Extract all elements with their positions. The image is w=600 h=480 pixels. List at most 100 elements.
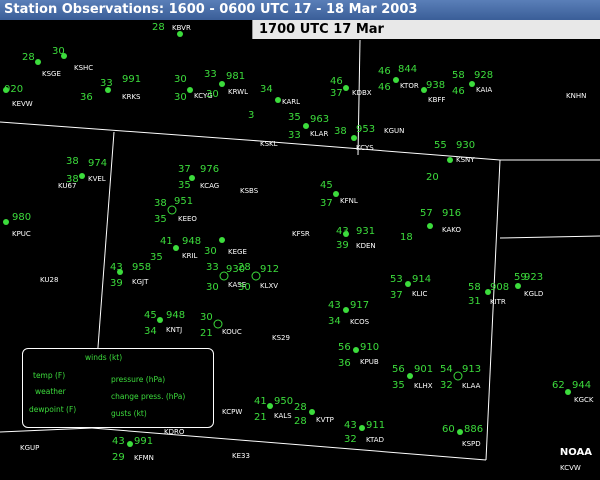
station-kcvw[interactable]: KCVW	[560, 464, 581, 472]
svg-text:45: 45	[320, 180, 333, 191]
svg-text:KGCK: KGCK	[574, 396, 594, 404]
station-kvel[interactable]: 38 97438 KVEL	[66, 156, 107, 185]
station-ks29[interactable]: KS29	[272, 334, 290, 342]
station-kspd[interactable]: 60 886 KSPD	[442, 424, 483, 448]
station-klic[interactable]: 53 914 37 KLIC	[390, 274, 431, 301]
svg-text:KS29: KS29	[272, 334, 290, 342]
svg-text:931: 931	[356, 226, 375, 237]
svg-text:35: 35	[288, 112, 301, 123]
station-ksbs[interactable]: KSBS	[240, 187, 259, 195]
svg-text:43: 43	[328, 300, 341, 311]
station-klar[interactable]: 35 963 33 KLAR	[288, 112, 329, 141]
station-kskl[interactable]: KSKL	[260, 140, 278, 148]
svg-text:KNHN: KNHN	[566, 92, 586, 100]
legend-pressure: pressure (hPa)	[111, 375, 166, 384]
svg-text:976: 976	[200, 164, 219, 175]
svg-text:928: 928	[474, 70, 493, 81]
station-kfnl[interactable]: 45 37 KFNL	[320, 180, 358, 209]
station-klxv[interactable]: 28 912 30 KLXV	[238, 262, 279, 293]
map-title: Station Observations: 1600 - 0600 UTC 17…	[0, 0, 600, 20]
legend-gusts: gusts (kt)	[111, 409, 147, 418]
svg-text:32: 32	[344, 434, 357, 445]
svg-text:913: 913	[462, 364, 481, 375]
svg-text:32: 32	[440, 380, 453, 391]
svg-text:KCVW: KCVW	[560, 464, 581, 472]
station-kcpw[interactable]: KCPW	[222, 408, 242, 416]
station-kgld[interactable]: 59923KGLD	[514, 272, 543, 298]
station-kako[interactable]: 57 916 18 KAKO	[400, 208, 461, 243]
station-kbvr[interactable]: 28 KBVR	[152, 22, 191, 37]
svg-text:37: 37	[320, 198, 333, 209]
svg-text:KARL: KARL	[282, 98, 300, 106]
svg-text:KFSR: KFSR	[292, 230, 310, 238]
svg-text:KLIC: KLIC	[412, 290, 428, 298]
station-kvtp[interactable]: 28 28 KVTP	[294, 402, 334, 427]
station-ktad[interactable]: 43 911 32 KTAD	[344, 420, 385, 445]
svg-text:KRWL: KRWL	[228, 88, 248, 96]
station-kaia[interactable]: 58 928 46 KAIA	[452, 70, 493, 97]
station-keeo[interactable]: 38 951 35 KEEO	[154, 196, 197, 225]
station-kshc[interactable]: 30 KSHC	[52, 46, 93, 72]
station-kitr[interactable]: 58 908 31 KITR	[468, 282, 509, 307]
station-kouc[interactable]: 30 21 KOUC	[200, 312, 242, 339]
svg-text:KBVR: KBVR	[172, 24, 191, 32]
svg-text:944: 944	[572, 380, 591, 391]
station-klhx[interactable]: 56 901 35 KLHX	[392, 364, 433, 391]
svg-text:912: 912	[260, 264, 279, 275]
station-kntj[interactable]: 45 948 34 KNTJ	[144, 310, 185, 337]
svg-text:33: 33	[206, 262, 219, 273]
svg-text:KCYS: KCYS	[356, 144, 374, 152]
station-kcos[interactable]: 43 917 34 KCOS	[328, 300, 370, 327]
svg-text:991: 991	[134, 436, 153, 447]
svg-text:35: 35	[178, 180, 191, 191]
svg-text:30: 30	[206, 282, 219, 293]
svg-text:948: 948	[182, 236, 201, 247]
svg-text:36: 36	[80, 92, 93, 103]
svg-text:39: 39	[336, 240, 349, 251]
station-kfmn[interactable]: 43 991 29 KFMN	[112, 436, 154, 463]
station-ku28[interactable]: KU28	[40, 276, 58, 284]
station-kgck[interactable]: 62 944 KGCK	[552, 380, 594, 404]
station-kevw[interactable]: 020 KEVW	[3, 84, 33, 108]
station-kpub[interactable]: 56 910 36 KPUB	[338, 342, 379, 369]
station-ku67[interactable]: KU67	[58, 182, 76, 190]
station-kgup[interactable]: KGUP	[20, 444, 39, 452]
svg-text:36: 36	[338, 358, 351, 369]
station-krwl[interactable]: 33 981 30 KRWL	[204, 69, 248, 100]
station-kril[interactable]: 41 948 35 KRIL	[150, 236, 201, 263]
station-kfsr[interactable]: KFSR	[292, 230, 310, 238]
station-ktor[interactable]: 46 844 46 KTOR	[378, 64, 419, 93]
svg-text:930: 930	[456, 140, 475, 151]
svg-text:KSNY: KSNY	[456, 156, 475, 164]
svg-text:KDRO: KDRO	[164, 428, 185, 436]
svg-text:34: 34	[144, 326, 157, 337]
station-klaa[interactable]: 54 913 32 KLAA	[440, 364, 481, 391]
station-kals[interactable]: 41 950 21 KALS	[254, 396, 293, 423]
station-ksny[interactable]: 55 930 20 KSNY	[426, 140, 475, 183]
svg-text:KRIL: KRIL	[182, 252, 198, 260]
station-kcag[interactable]: 37 976 35 KCAG	[178, 164, 219, 191]
svg-text:KTOR: KTOR	[400, 82, 419, 90]
station-kpuc[interactable]: 980 KPUC	[3, 212, 31, 238]
svg-text:981: 981	[226, 71, 245, 82]
station-kdbx[interactable]: 4637 KDBX	[330, 76, 372, 99]
station-kgun[interactable]: KGUN	[384, 127, 404, 135]
svg-text:46: 46	[330, 76, 343, 87]
svg-text:39: 39	[110, 278, 123, 289]
legend-dewpoint: dewpoint (F)	[29, 405, 77, 414]
svg-text:958: 958	[132, 262, 151, 273]
svg-text:KE33: KE33	[232, 452, 250, 460]
station-knhn[interactable]: KNHN	[566, 92, 586, 100]
station-kbff[interactable]: 938 KBFF	[421, 80, 445, 104]
svg-text:45: 45	[144, 310, 157, 321]
station-kgjt[interactable]: 43 958 39 KGJT	[110, 262, 151, 289]
station-kdro[interactable]: KDRO	[164, 428, 185, 436]
svg-text:28: 28	[294, 402, 307, 413]
svg-text:46: 46	[378, 82, 391, 93]
svg-text:46: 46	[452, 86, 465, 97]
station-kden[interactable]: 43 931 39 KDEN	[336, 226, 376, 251]
station-kege[interactable]: 30 KEGE	[204, 237, 247, 257]
svg-text:KAKO: KAKO	[442, 226, 461, 234]
station-ke33[interactable]: KE33	[232, 452, 250, 460]
station-krks[interactable]: 33 991 36 KRKS	[80, 74, 141, 103]
